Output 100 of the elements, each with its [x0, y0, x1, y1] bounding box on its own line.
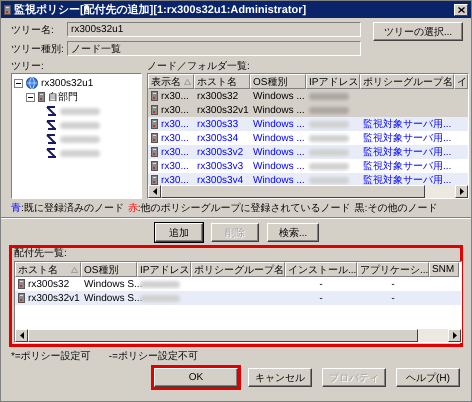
- app-icon: [4, 4, 11, 14]
- tree-view[interactable]: rx300s32u1 自部門: [11, 73, 142, 199]
- sort-ascending-icon: [184, 79, 191, 85]
- scroll-left-icon[interactable]: [152, 188, 156, 195]
- column-header[interactable]: OS種別: [81, 262, 137, 277]
- collapse-icon[interactable]: [14, 78, 23, 88]
- field-label: ツリー名:: [11, 24, 55, 36]
- redacted-text: [60, 108, 100, 114]
- install-status: -: [319, 292, 323, 304]
- column-header[interactable]: IPアドレス: [306, 74, 360, 89]
- globe-icon: [26, 77, 38, 89]
- display-name: rx30...: [161, 118, 189, 130]
- text-field[interactable]: rx300s32u1: [67, 22, 361, 37]
- display-name: rx30...: [161, 104, 189, 116]
- redacted-text: [309, 176, 349, 184]
- network-node-icon: [46, 106, 57, 116]
- host-name: rx300s3v4: [197, 174, 244, 185]
- redacted-text: [309, 148, 349, 156]
- os-type: Windows ...: [253, 90, 305, 102]
- node-row[interactable]: rx30... rx300s3v2 Windows ... 監視対象サーバ用...: [148, 145, 468, 159]
- column-header[interactable]: アプリケーシ...: [357, 262, 429, 277]
- host-name: rx300s32v1: [28, 292, 80, 304]
- node-row[interactable]: rx30... rx300s33 Windows ... 監視対象サーバ用...: [148, 117, 468, 131]
- column-header[interactable]: ホスト名: [15, 262, 81, 277]
- node-row[interactable]: rx30... rx300s32v1 Windows ...: [148, 103, 468, 117]
- field-label: ツリー種別:: [11, 42, 65, 56]
- legend-item: 赤:他のポリシーグループに登録されているノード: [128, 202, 351, 215]
- host-name: rx300s34: [197, 132, 238, 144]
- column-header[interactable]: ホスト名: [194, 74, 250, 89]
- policy-group: 監視対象サーバ用...: [363, 173, 452, 185]
- tree-item[interactable]: rx300s32u1: [41, 78, 94, 88]
- server-icon: [18, 293, 25, 303]
- column-header[interactable]: OS種別: [250, 74, 306, 89]
- display-name: rx30...: [161, 160, 189, 172]
- dialog-button[interactable]: OK: [154, 368, 238, 387]
- sort-ascending-icon: [71, 267, 78, 273]
- column-header[interactable]: イ: [454, 74, 468, 89]
- server-icon: [151, 91, 158, 101]
- node-list-label: ノード／フォルダ一覧:: [147, 61, 251, 73]
- legend-note: -=ポリシー設定不可: [108, 350, 198, 363]
- server-icon: [151, 105, 158, 115]
- install-status: -: [319, 278, 323, 290]
- tree-item[interactable]: 自部門: [48, 90, 78, 104]
- policy-group: 監視対象サーバ用...: [363, 145, 452, 159]
- horizontal-scrollbar[interactable]: [148, 185, 468, 198]
- host-name: rx300s32: [28, 278, 70, 290]
- text-field[interactable]: ノード一覧: [67, 41, 361, 56]
- node-list[interactable]: [147, 73, 469, 199]
- node-row[interactable]: rx30... rx300s3v4 Windows ... 監視対象サーバ用...: [148, 173, 468, 185]
- policy-group: 監視対象サーバ用...: [363, 117, 452, 131]
- server-icon: [151, 161, 158, 171]
- scroll-right-icon[interactable]: [460, 188, 464, 195]
- redacted-text: [60, 122, 100, 128]
- server-icon: [151, 119, 158, 129]
- redacted-text: [309, 106, 349, 114]
- legend-note: *=ポリシー設定可: [11, 350, 91, 363]
- select-tree-button[interactable]: ツリーの選択...: [373, 22, 463, 41]
- os-type: Windows ...: [253, 118, 305, 130]
- host-name: rx300s32v1: [197, 104, 249, 116]
- column-header[interactable]: ポリシーグループ名: [191, 262, 285, 277]
- window-title: 監視ポリシー[配付先の追加][1:rx300s32u1:Administrator]: [14, 2, 308, 17]
- dialog-button[interactable]: ヘルプ(H): [396, 368, 460, 387]
- destination-list[interactable]: ホスト名 OS種別 IPアドレス ポリシーグループ名 インストール... アプリケーシ... SNM rx300s32 Windows S... - - rx300s32v1 Windows S... - -: [14, 261, 462, 343]
- action-button[interactable]: 検索...: [267, 223, 319, 242]
- redacted-text: [60, 136, 100, 142]
- host-name: rx300s3v2: [197, 146, 244, 158]
- node-row[interactable]: rx30... rx300s32 Windows ...: [148, 89, 468, 103]
- display-name: rx30...: [161, 90, 189, 102]
- close-icon: [458, 6, 464, 12]
- column-header[interactable]: IPアドレス: [137, 262, 191, 277]
- redacted-text: [309, 134, 349, 142]
- scroll-left-icon[interactable]: [20, 332, 24, 339]
- server-icon: [151, 175, 158, 185]
- tree-label: ツリー:: [11, 61, 45, 73]
- network-node-icon: [46, 148, 57, 158]
- os-type: Windows ...: [253, 174, 305, 185]
- column-header[interactable]: ポリシーグループ名: [360, 74, 454, 89]
- os-type: Windows ...: [253, 146, 305, 158]
- application-status: -: [391, 278, 395, 290]
- os-type: Windows ...: [253, 160, 305, 172]
- redacted-text: [309, 92, 349, 100]
- policy-group: 監視対象サーバ用...: [363, 159, 452, 173]
- redacted-text: [60, 150, 100, 156]
- column-header[interactable]: SNM: [429, 262, 459, 277]
- collapse-icon[interactable]: [26, 92, 35, 102]
- horizontal-scrollbar[interactable]: [15, 329, 461, 342]
- server-icon: [151, 147, 158, 157]
- folder-server-icon: [38, 92, 45, 102]
- scroll-right-icon[interactable]: [452, 332, 456, 339]
- redacted-text: [309, 120, 349, 128]
- close-button[interactable]: [454, 4, 468, 16]
- legend-item: 黒:その他のノード: [354, 202, 438, 215]
- action-button[interactable]: 追加: [155, 223, 203, 242]
- dialog-button[interactable]: キャンセル: [248, 368, 312, 387]
- column-header[interactable]: 表示名: [148, 74, 194, 89]
- policy-group: 監視対象サーバ用...: [363, 131, 452, 145]
- destination-row[interactable]: rx300s32v1 Windows S... - -: [15, 291, 461, 305]
- column-header[interactable]: インストール...: [285, 262, 357, 277]
- os-type: Windows ...: [253, 132, 305, 144]
- redacted-text: [140, 294, 180, 302]
